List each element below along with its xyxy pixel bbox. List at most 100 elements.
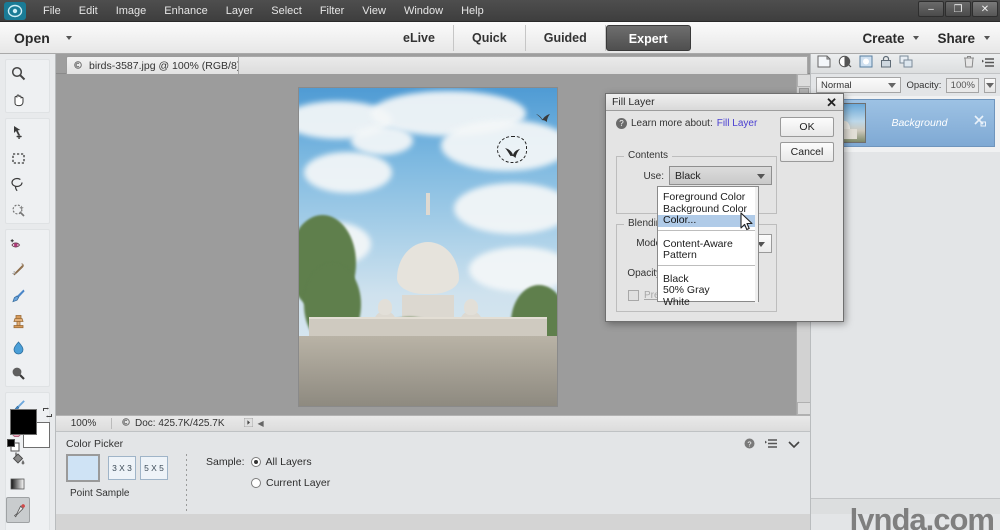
quick-selection-tool[interactable] xyxy=(7,198,29,222)
tab-expert[interactable]: Expert xyxy=(605,25,691,51)
spire xyxy=(425,192,430,215)
menu-item-image[interactable]: Image xyxy=(107,0,156,22)
radio-all-layers[interactable]: All Layers xyxy=(250,456,312,468)
tab-guided[interactable]: Guided xyxy=(526,25,606,51)
sample-options: Sample: All Layers Current Layer xyxy=(206,456,330,491)
tool-group-select xyxy=(5,118,50,224)
watermark: lynda.com xyxy=(849,502,995,530)
group-layers-icon[interactable] xyxy=(899,55,913,73)
options-divider xyxy=(186,454,187,514)
tab-elive[interactable]: eLive xyxy=(385,25,454,51)
menu-item-filter[interactable]: Filter xyxy=(311,0,353,22)
foreground-color-swatch[interactable] xyxy=(10,409,37,435)
scroll-up-icon[interactable] xyxy=(797,74,811,87)
restore-button[interactable]: ❐ xyxy=(945,1,971,17)
close-button[interactable]: ✕ xyxy=(972,1,998,17)
opacity-label: Opacity: xyxy=(906,79,942,91)
point-sample-label: Point Sample xyxy=(70,488,130,499)
menu-item-enhance[interactable]: Enhance xyxy=(155,0,216,22)
color-swatch-tool[interactable] xyxy=(7,524,29,530)
sponge-tool[interactable] xyxy=(7,361,29,385)
bird-flying xyxy=(535,112,551,125)
smart-brush-tool[interactable] xyxy=(7,283,29,307)
opacity-input[interactable]: 100% xyxy=(946,77,980,93)
create-button-label: Create xyxy=(862,30,905,46)
clone-stamp-tool[interactable] xyxy=(7,309,29,333)
new-layer-icon[interactable] xyxy=(817,55,831,73)
panel-menu-icon[interactable] xyxy=(982,55,995,73)
zoom-tool[interactable] xyxy=(7,61,29,85)
dialog-close-icon[interactable]: ✕ xyxy=(826,95,837,110)
open-button-label: Open xyxy=(14,29,50,46)
swap-colors-icon[interactable] xyxy=(42,405,53,423)
sample-size-5x5[interactable]: 5 X 5 xyxy=(140,456,168,480)
use-label: Use: xyxy=(643,171,664,182)
hand-tool[interactable] xyxy=(7,87,29,111)
cloud xyxy=(350,126,413,155)
chevron-down-icon xyxy=(888,80,897,91)
menu-item-select[interactable]: Select xyxy=(262,0,311,22)
menu-item-help[interactable]: Help xyxy=(452,0,493,22)
minimize-button[interactable]: – xyxy=(918,1,944,17)
create-button[interactable]: Create xyxy=(862,30,920,46)
collapse-options-icon[interactable] xyxy=(788,436,800,454)
trash-icon[interactable] xyxy=(963,55,975,73)
blend-mode-select[interactable]: Normal xyxy=(816,77,902,93)
sample-size-3x3[interactable]: 3 X 3 xyxy=(108,456,136,480)
dropdown-option-pattern[interactable]: Pattern xyxy=(658,249,758,262)
svg-text:?: ? xyxy=(747,439,751,448)
menu-item-window[interactable]: Window xyxy=(395,0,452,22)
photoshop-elements-window: File Edit Image Enhance Layer Select Fil… xyxy=(0,0,1000,530)
color-picker-swatch[interactable] xyxy=(66,454,100,482)
scroll-down-icon[interactable] xyxy=(797,402,811,415)
adjustment-layer-icon[interactable] xyxy=(838,55,852,73)
eyedropper-tool[interactable] xyxy=(6,497,30,523)
ok-button[interactable]: OK xyxy=(780,117,834,137)
layer-mask-icon[interactable] xyxy=(859,55,873,73)
move-tool[interactable] xyxy=(7,120,29,144)
panel-menu-icon[interactable] xyxy=(765,436,778,454)
lasso-tool[interactable] xyxy=(7,172,29,196)
help-icon[interactable]: ? xyxy=(616,118,627,129)
blur-tool[interactable] xyxy=(7,335,29,359)
ground xyxy=(299,336,557,406)
use-select[interactable]: Black xyxy=(669,166,772,185)
mode-tabs: eLive Quick Guided Expert xyxy=(385,25,691,51)
chevron-down-icon xyxy=(913,36,920,40)
preserve-transparency-checkbox[interactable] xyxy=(628,290,639,301)
menu-item-layer[interactable]: Layer xyxy=(217,0,263,22)
dropdown-scrollbar[interactable] xyxy=(755,187,758,303)
lock-icon[interactable] xyxy=(880,55,892,73)
document-tab[interactable]: birds-3587.jpg @ 100% (RGB/8) × xyxy=(66,56,262,74)
red-eye-removal-tool[interactable] xyxy=(7,231,29,255)
zoom-level[interactable]: 100% xyxy=(56,418,112,429)
help-icon[interactable]: ? xyxy=(744,436,755,454)
chevron-down-icon xyxy=(757,174,765,179)
menu-item-edit[interactable]: Edit xyxy=(70,0,107,22)
document-canvas[interactable] xyxy=(299,88,557,406)
learn-more-row: ? Learn more about: Fill Layer xyxy=(616,118,757,129)
chevron-down-icon xyxy=(984,36,990,40)
menu-item-view[interactable]: View xyxy=(353,0,395,22)
gradient-tool[interactable] xyxy=(7,472,29,496)
fill-layer-help-link[interactable]: Fill Layer xyxy=(717,118,758,129)
tab-quick[interactable]: Quick xyxy=(454,25,526,51)
menu-item-file[interactable]: File xyxy=(34,0,70,22)
blend-mode-value: Normal xyxy=(821,79,852,91)
dropdown-option-50-gray[interactable]: 50% Gray xyxy=(658,284,758,297)
radio-current-layer[interactable]: Current Layer xyxy=(251,477,330,489)
default-colors-icon[interactable] xyxy=(7,439,20,452)
status-collapse-icon[interactable]: ◀ xyxy=(258,419,264,428)
dialog-title-bar[interactable]: Fill Layer ✕ xyxy=(606,94,843,111)
rectangular-marquee-tool[interactable] xyxy=(7,146,29,170)
opacity-stepper[interactable] xyxy=(984,77,996,93)
dropdown-option-foreground-color[interactable]: Foreground Color xyxy=(658,191,758,204)
layers-panel-toolbar xyxy=(811,54,1000,74)
open-button[interactable]: Open xyxy=(14,30,72,46)
use-dropdown-list[interactable]: Foreground Color Background Color Color.… xyxy=(657,186,759,307)
cancel-button[interactable]: Cancel xyxy=(780,142,834,162)
spot-healing-brush-tool[interactable] xyxy=(7,257,29,281)
share-button[interactable]: Share xyxy=(937,31,990,46)
status-expand-icon[interactable] xyxy=(243,417,253,430)
dropdown-option-white[interactable]: White xyxy=(658,296,758,309)
